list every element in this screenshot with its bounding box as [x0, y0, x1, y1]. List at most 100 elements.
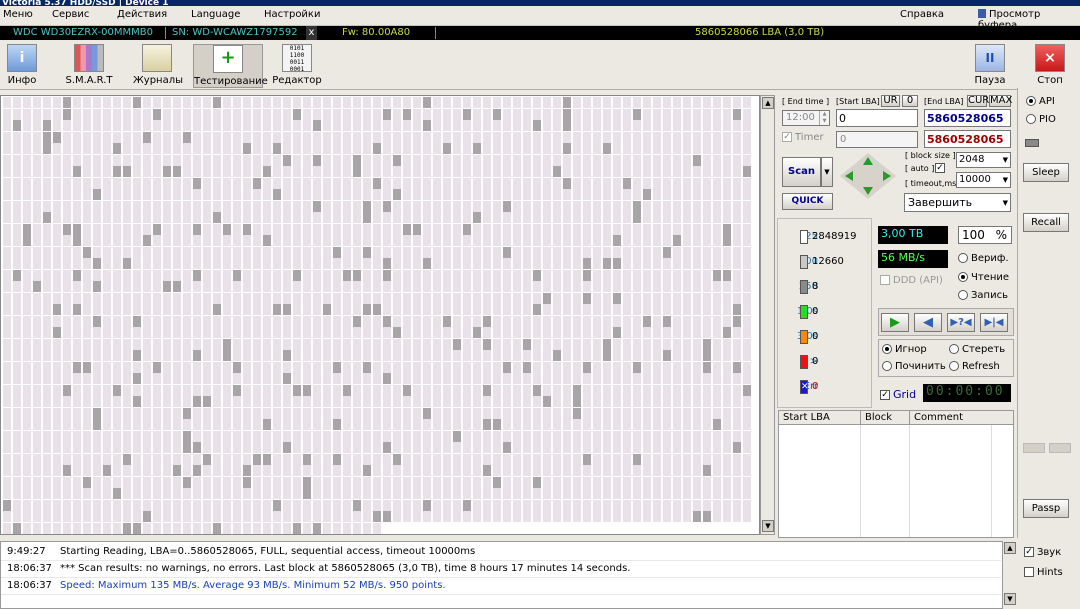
scan-block — [443, 327, 451, 338]
arrow-down-icon[interactable] — [863, 187, 873, 195]
log-scroll-up-icon[interactable]: ▲ — [1004, 542, 1016, 554]
scan-block — [663, 235, 671, 246]
ddd-api-toggle[interactable]: DDD (API) — [880, 275, 943, 286]
arrow-left-icon[interactable] — [845, 171, 853, 181]
stop-button[interactable]: × Стоп — [1030, 44, 1070, 88]
scan-block — [583, 177, 591, 189]
scan-block — [503, 361, 511, 373]
column-start-lba[interactable]: Start LBA — [783, 411, 830, 424]
rewind-icon[interactable]: ◀ — [914, 313, 942, 332]
skip-end-icon[interactable]: ▶|◀ — [980, 313, 1008, 332]
timer-toggle[interactable]: ✓ Timer — [782, 132, 824, 143]
scan-button[interactable]: Scan — [782, 157, 821, 187]
api-radio[interactable]: API — [1026, 96, 1055, 107]
column-block[interactable]: Block — [860, 411, 892, 425]
refresh-radio[interactable]: Refresh — [949, 361, 1000, 372]
ddd-api-checkbox[interactable] — [880, 275, 890, 285]
log-entry[interactable]: 9:49:27 Starting Reading, LBA=0..58605280… — [1, 544, 1001, 561]
scan-block — [63, 235, 71, 246]
scan-block — [273, 361, 281, 373]
scan-block — [13, 200, 21, 212]
grid-checkbox[interactable]: ✓ — [880, 390, 890, 400]
scan-block — [23, 511, 31, 522]
timer-input[interactable]: 0 — [836, 131, 918, 148]
play-icon[interactable]: ▶ — [881, 313, 909, 332]
scan-block — [293, 131, 301, 143]
timeout-select[interactable]: 10000 ▼ — [956, 172, 1011, 188]
scroll-down-arrow-icon[interactable]: ▼ — [762, 520, 774, 532]
scan-block — [73, 246, 81, 258]
log-entry[interactable]: 18:06:37 *** Scan results: no warnings, n… — [1, 561, 1001, 578]
direction-pad[interactable] — [840, 153, 896, 199]
scan-block — [673, 166, 681, 177]
scan-block — [423, 212, 431, 223]
scan-block — [73, 419, 81, 430]
scan-block — [393, 143, 401, 154]
log-scrollbar[interactable]: ▲ ▼ — [1002, 541, 1017, 609]
sleep-button[interactable]: Sleep — [1023, 163, 1069, 182]
timer-checkbox[interactable]: ✓ — [782, 132, 792, 142]
hints-checkbox[interactable] — [1024, 567, 1034, 577]
hints-toggle[interactable]: Hints — [1024, 567, 1063, 578]
finish-action-select[interactable]: Завершить ▼ — [904, 193, 1011, 212]
grid-toggle[interactable]: ✓ Grid — [880, 388, 916, 401]
pause-button[interactable]: II Пауза — [970, 44, 1010, 88]
log-entry[interactable]: 18:06:37 Speed: Maximum 135 MB/s. Average… — [1, 578, 1001, 595]
scan-dropdown-icon[interactable]: ▼ — [821, 157, 833, 187]
logs-button[interactable]: Журналы — [133, 44, 183, 88]
menu-help[interactable]: Справка — [900, 9, 944, 20]
start-lba-input[interactable]: 0 — [836, 109, 918, 127]
scan-block — [73, 350, 81, 361]
max-button[interactable]: MAX — [989, 95, 1012, 107]
scan-block — [243, 246, 251, 258]
arrow-right-icon[interactable] — [883, 171, 891, 181]
end-lba-input[interactable]: 5860528065 — [924, 109, 1011, 127]
smart-button[interactable]: S.M.A.R.T — [64, 44, 114, 88]
block-size-select[interactable]: 2048 ▼ — [956, 152, 1011, 168]
erase-radio[interactable]: Стереть — [949, 344, 1005, 355]
menu-actions[interactable]: Действия — [117, 9, 167, 20]
menu-language[interactable]: Language — [191, 9, 240, 20]
pio-radio[interactable]: PIO — [1026, 114, 1056, 125]
scan-block — [173, 292, 181, 304]
scan-block — [593, 430, 601, 442]
grid-scrollbar[interactable]: ▲ ▼ — [760, 95, 775, 604]
verify-radio[interactable]: Вериф. — [958, 253, 1009, 264]
passport-button[interactable]: Passp — [1023, 499, 1069, 518]
scan-block — [553, 327, 561, 338]
write-radio[interactable]: Запись — [958, 290, 1008, 301]
column-comment[interactable]: Comment — [909, 411, 963, 425]
test-button[interactable]: + Тестирование — [193, 44, 268, 88]
scan-block — [223, 396, 231, 407]
info-button[interactable]: i Инфо — [2, 44, 42, 88]
quick-button[interactable]: QUICK — [782, 193, 833, 210]
sound-checkbox[interactable]: ✓ — [1024, 547, 1034, 557]
time-spin-icon[interactable]: ▲ ▼ — [819, 111, 829, 125]
repair-radio[interactable]: Починить — [882, 361, 946, 372]
scan-block — [73, 223, 81, 235]
scan-block — [43, 453, 51, 465]
device-model[interactable]: WDC WD30EZRX-00MMMB0 — [13, 26, 153, 40]
menu-settings[interactable]: Настройки — [264, 9, 320, 20]
recall-button[interactable]: Recall — [1023, 213, 1069, 232]
close-device-button[interactable]: x — [306, 26, 317, 40]
menu-main[interactable]: Меню — [3, 9, 33, 20]
arrow-up-icon[interactable] — [863, 157, 873, 165]
cur-button[interactable]: CUR — [967, 95, 989, 107]
menu-service[interactable]: Сервис — [52, 9, 89, 20]
scan-block — [383, 384, 391, 396]
log-scroll-down-icon[interactable]: ▼ — [1004, 593, 1016, 605]
scan-block — [363, 131, 371, 143]
scan-block — [213, 166, 221, 177]
skip-back-icon[interactable]: ▶?◀ — [947, 313, 975, 332]
ignore-radio[interactable]: Игнор — [882, 344, 927, 355]
ur-button[interactable]: UR — [881, 95, 900, 107]
read-radio[interactable]: Чтение — [958, 272, 1009, 283]
scan-block — [653, 108, 661, 120]
sound-toggle[interactable]: ✓ Звук — [1024, 547, 1061, 558]
auto-checkbox[interactable]: ✓ — [935, 163, 948, 174]
editor-button[interactable]: 0101 1100 0011 0001 Редактор — [272, 44, 322, 88]
scan-block — [503, 373, 511, 384]
scroll-up-arrow-icon[interactable]: ▲ — [762, 97, 774, 109]
zero-button[interactable]: 0 — [902, 95, 918, 107]
